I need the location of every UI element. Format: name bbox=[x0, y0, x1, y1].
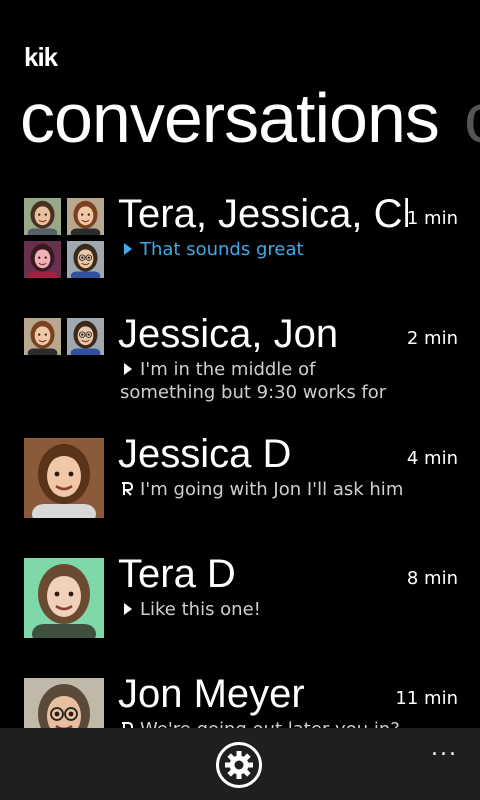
group-avatar bbox=[24, 198, 104, 278]
avatar-thumbnail bbox=[67, 198, 104, 238]
contact-avatar bbox=[24, 438, 104, 518]
preview-text: We're going out later you in? bbox=[140, 719, 400, 728]
read-receipt-icon bbox=[120, 480, 136, 496]
conversation-row[interactable]: Tera D 8 min Like this one! bbox=[0, 550, 480, 650]
message-preview: I'm going with Jon I'll ask him bbox=[120, 478, 410, 501]
avatar-thumbnail bbox=[24, 241, 61, 278]
conversation-name: Jessica D bbox=[118, 432, 292, 476]
avatar-thumbnail bbox=[67, 318, 104, 358]
next-pivot-header[interactable]: c bbox=[464, 78, 480, 158]
message-preview: I'm in the middle of something but 9:30 … bbox=[120, 358, 410, 404]
avatar-thumbnail bbox=[67, 241, 104, 278]
group-avatar bbox=[24, 318, 104, 398]
preview-text: Like this one! bbox=[140, 599, 261, 620]
settings-button[interactable] bbox=[216, 742, 262, 788]
conversation-name: Tera D bbox=[118, 552, 236, 596]
preview-text: I'm in the middle of something but 9:30 … bbox=[120, 359, 387, 403]
avatar-thumbnail bbox=[24, 318, 61, 358]
contact-avatar bbox=[24, 558, 104, 638]
page-title: conversations bbox=[20, 79, 440, 157]
preview-text: That sounds great bbox=[140, 239, 304, 260]
app-bar: ... bbox=[0, 728, 480, 800]
message-preview: Like this one! bbox=[120, 598, 410, 621]
conversation-time: 8 min bbox=[406, 568, 458, 589]
conversation-name: Jon Meyer bbox=[118, 672, 305, 716]
unread-arrow-icon bbox=[120, 240, 136, 256]
conversation-time: 2 min bbox=[406, 328, 458, 349]
conversation-time: 11 min bbox=[395, 688, 458, 709]
delivered-arrow-icon bbox=[120, 600, 136, 616]
preview-text: I'm going with Jon I'll ask him bbox=[140, 479, 404, 500]
delivered-arrow-icon bbox=[120, 360, 136, 376]
contact-avatar bbox=[24, 678, 104, 728]
read-receipt-icon bbox=[120, 720, 136, 728]
more-options-button[interactable]: ... bbox=[431, 736, 458, 761]
conversation-row[interactable]: Tera, Jessica, Ch 1 min That sounds grea… bbox=[0, 190, 480, 290]
conversation-row[interactable]: Jon Meyer 11 min We're going out later y… bbox=[0, 670, 480, 728]
conversation-row[interactable]: Jessica, Jon 2 min I'm in the middle of … bbox=[0, 310, 480, 410]
message-preview: We're going out later you in? bbox=[120, 718, 410, 728]
message-preview: That sounds great bbox=[120, 238, 410, 261]
avatar-thumbnail bbox=[24, 198, 61, 238]
gear-icon bbox=[225, 751, 253, 779]
conversation-name: Tera, Jessica, Ch bbox=[118, 192, 408, 236]
conversation-name: Jessica, Jon bbox=[118, 312, 339, 356]
conversation-time: 4 min bbox=[406, 448, 458, 469]
conversation-time: 1 min bbox=[406, 208, 458, 229]
kik-logo: kik bbox=[24, 42, 58, 72]
conversation-list: Tera, Jessica, Ch 1 min That sounds grea… bbox=[0, 190, 480, 728]
conversation-row[interactable]: Jessica D 4 min I'm going with Jon I'll … bbox=[0, 430, 480, 530]
